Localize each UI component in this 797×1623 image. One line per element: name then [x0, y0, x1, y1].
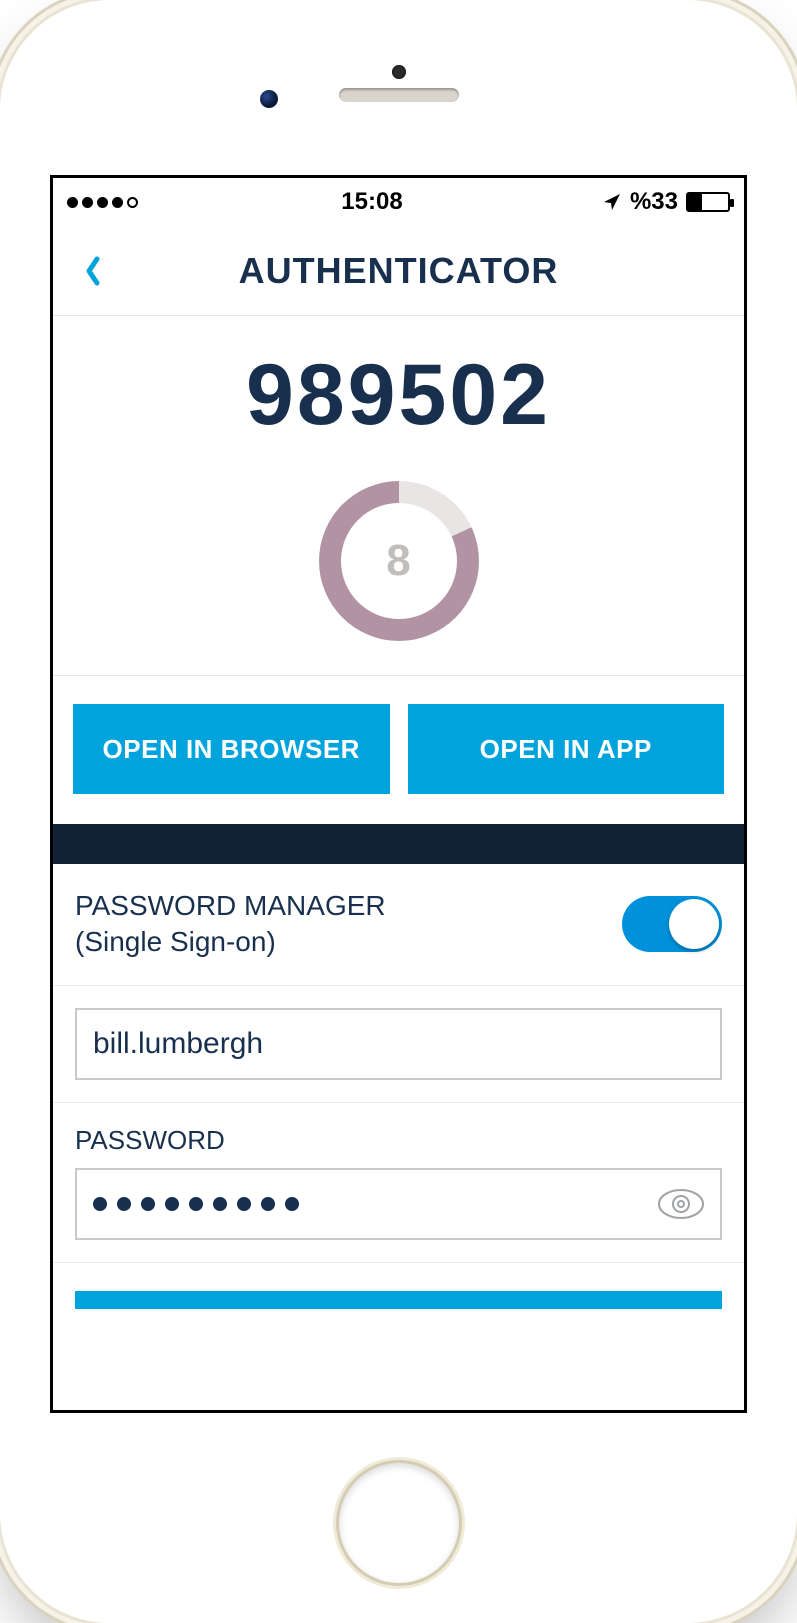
password-label: PASSWORD [75, 1125, 722, 1156]
password-manager-header: PASSWORD MANAGER (Single Sign-on) [53, 864, 744, 986]
pm-subtitle: (Single Sign-on) [75, 924, 386, 960]
screen: 15:08 %33 AUTHENTICATOR 989502 [50, 175, 747, 1413]
password-manager-toggle[interactable] [622, 896, 722, 952]
password-input[interactable] [75, 1168, 722, 1240]
password-block: PASSWORD [53, 1103, 744, 1263]
back-button[interactable] [71, 249, 115, 293]
toggle-knob-icon [669, 899, 719, 949]
countdown-seconds: 8 [341, 503, 457, 619]
proximity-sensor [260, 90, 278, 108]
location-arrow-icon [602, 192, 622, 212]
signal-dots-icon [67, 188, 142, 216]
open-in-app-button[interactable]: OPEN IN APP [408, 704, 725, 794]
reveal-password-icon[interactable] [656, 1186, 706, 1222]
username-block [53, 986, 744, 1103]
username-input[interactable] [75, 1008, 722, 1080]
pm-title: PASSWORD MANAGER [75, 888, 386, 924]
countdown-ring: 8 [319, 481, 479, 641]
home-button[interactable] [339, 1463, 459, 1583]
login-button[interactable] [75, 1291, 722, 1309]
battery-icon [686, 192, 730, 212]
status-bar: 15:08 %33 [53, 178, 744, 226]
otp-code: 989502 [53, 346, 744, 445]
front-camera [392, 65, 406, 79]
battery-percent: %33 [630, 188, 678, 216]
chevron-left-icon [83, 255, 103, 287]
status-time: 15:08 [341, 188, 402, 216]
section-divider [53, 824, 744, 864]
phone-frame: 15:08 %33 AUTHENTICATOR 989502 [0, 0, 797, 1623]
otp-section: 989502 8 [53, 316, 744, 676]
open-in-browser-button[interactable]: OPEN IN BROWSER [73, 704, 390, 794]
earpiece-speaker [339, 88, 459, 102]
app-header: AUTHENTICATOR [53, 226, 744, 316]
open-actions: OPEN IN BROWSER OPEN IN APP [53, 676, 744, 824]
page-title: AUTHENTICATOR [239, 250, 559, 292]
